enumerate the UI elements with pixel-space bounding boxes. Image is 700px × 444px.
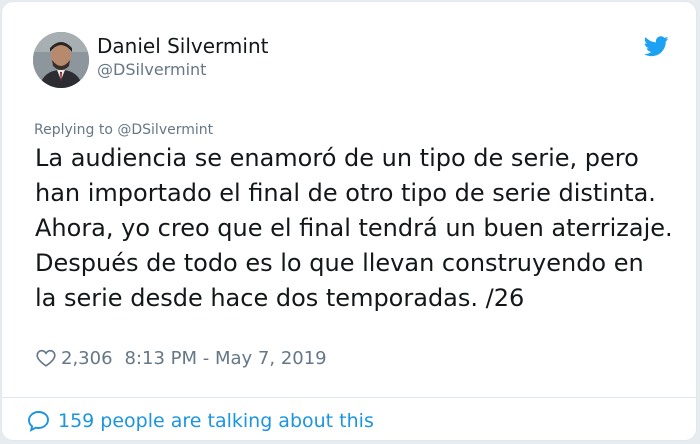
replying-to-label: Replying to @DSilvermint — [34, 122, 214, 138]
tweet-card: Daniel Silvermint @DSilvermint Replying … — [1, 1, 697, 441]
author-handle[interactable]: @DSilvermint — [97, 60, 206, 79]
tweet-text: La audiencia se enamoró de un tipo de se… — [35, 141, 685, 316]
tweet-meta: 2,306 8:13 PM - May 7, 2019 — [35, 345, 327, 371]
conversation-label[interactable]: 159 people are talking about this — [58, 410, 374, 432]
card-divider — [2, 397, 696, 398]
avatar-photo — [33, 32, 89, 88]
tweet-text-line: La audiencia se enamoró de un tipo de se… — [35, 144, 639, 172]
author-display-name[interactable]: Daniel Silvermint — [97, 34, 268, 58]
conversation-link[interactable]: 159 people are talking about this — [26, 407, 374, 435]
twitter-bird-icon[interactable] — [644, 36, 669, 57]
tweet-text-line: han importado el final de otro tipo de s… — [35, 179, 656, 207]
author-avatar[interactable] — [33, 32, 89, 88]
like-count[interactable]: 2,306 — [61, 348, 113, 369]
heart-icon[interactable] — [35, 347, 57, 369]
tweet-text-line: la serie desde hace dos temporadas. /26 — [35, 284, 525, 312]
tweet-timestamp[interactable]: 8:13 PM - May 7, 2019 — [125, 348, 327, 369]
tweet-text-line: Ahora, yo creo que el final tendrá un bu… — [35, 214, 673, 242]
chat-bubble-icon — [26, 409, 50, 433]
tweet-text-line: Después de todo es lo que llevan constru… — [35, 249, 644, 277]
